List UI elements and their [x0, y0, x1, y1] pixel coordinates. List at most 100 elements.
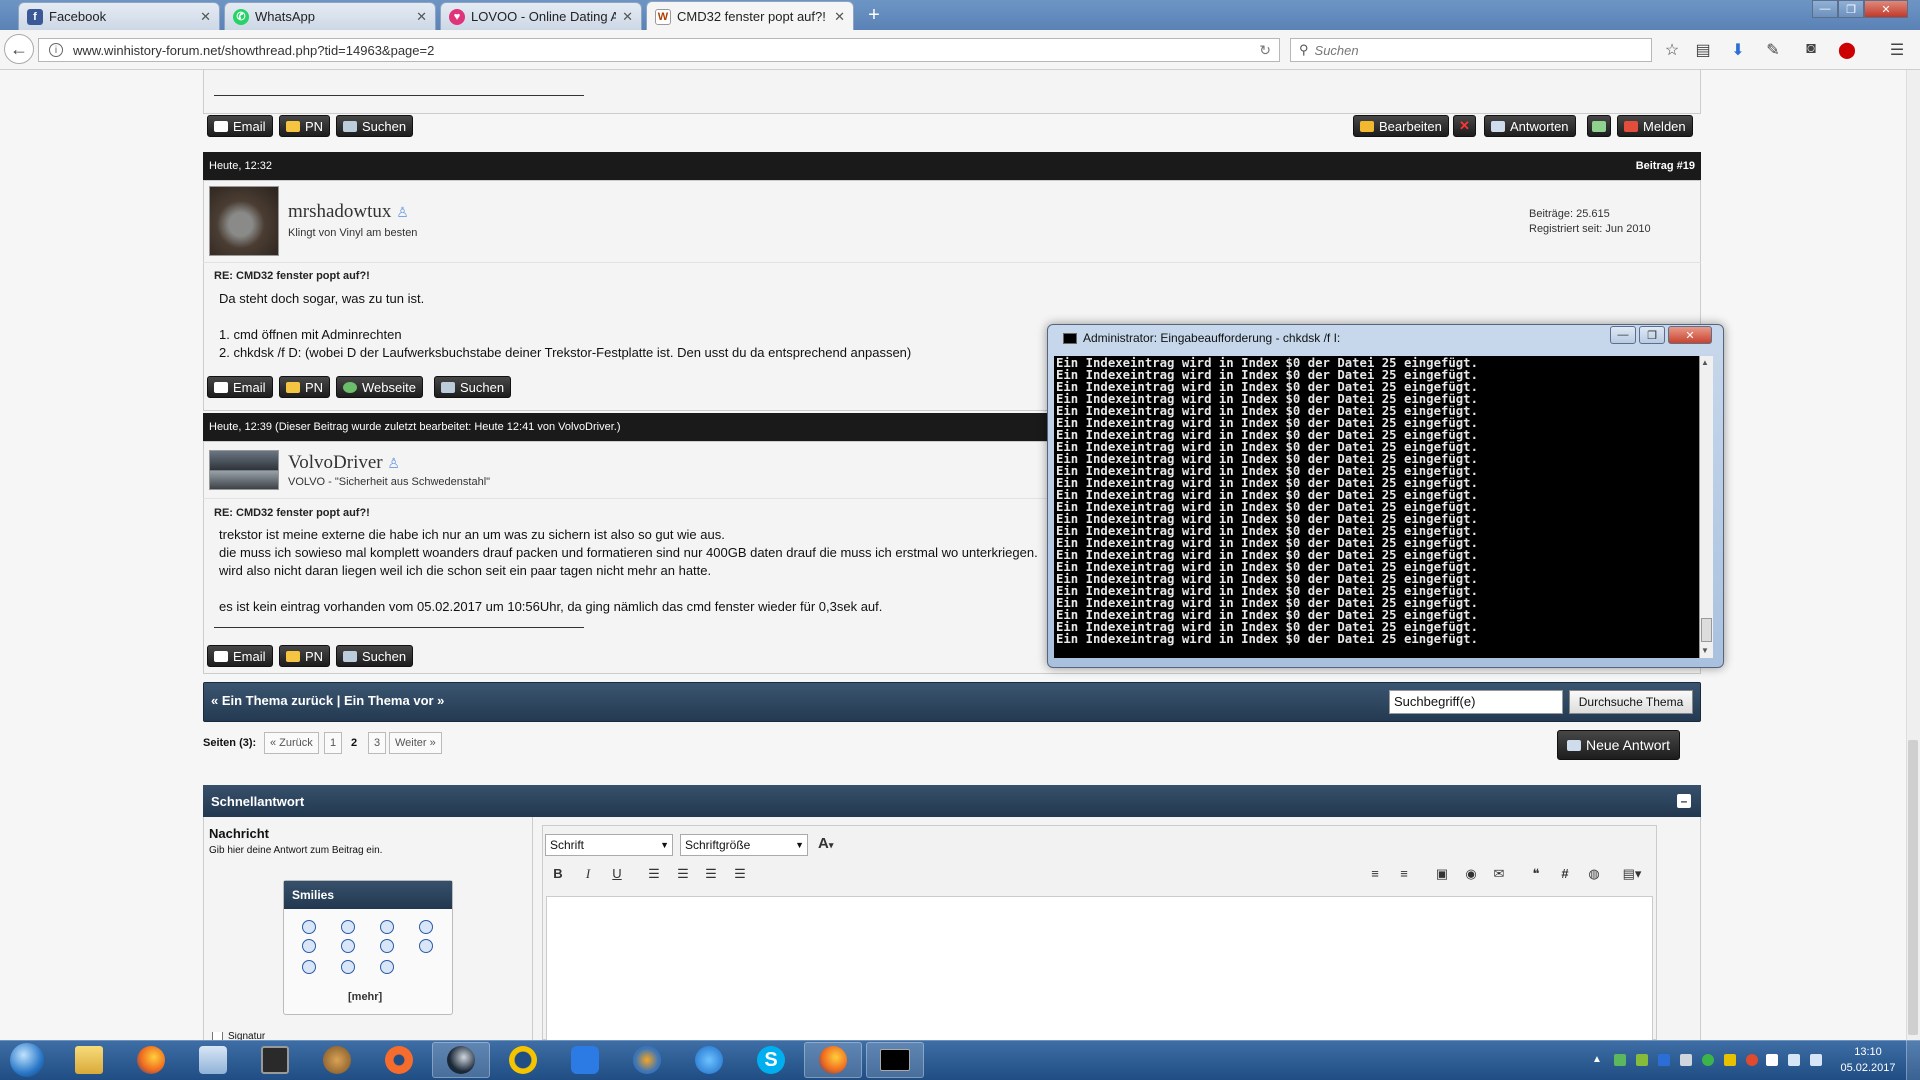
cmd-close-button[interactable]: ✕	[1668, 326, 1712, 344]
close-tab-icon[interactable]: ✕	[622, 9, 633, 25]
collapse-button[interactable]: –	[1677, 794, 1691, 808]
adblock-icon[interactable]: ⬤	[1836, 40, 1858, 60]
smiley-icon[interactable]	[419, 920, 433, 934]
url-bar[interactable]: i www.winhistory-forum.net/showthread.ph…	[38, 38, 1280, 62]
smiley-icon[interactable]	[380, 939, 394, 953]
tab-lovoo[interactable]: ♥ LOVOO - Online Dating Ap... ✕	[440, 2, 642, 30]
close-window-button[interactable]: ✕	[1864, 0, 1908, 18]
extension-icon[interactable]: ✎	[1762, 40, 1784, 60]
smiley-icon[interactable]	[302, 920, 316, 934]
show-desktop-button[interactable]	[1906, 1040, 1920, 1080]
underline-button[interactable]: U	[608, 866, 626, 881]
pagination-next[interactable]: Weiter »	[389, 732, 442, 754]
text-color-button[interactable]: A▾	[818, 835, 833, 852]
signature-option[interactable]: Signatur	[212, 1032, 265, 1040]
scrollbar-thumb[interactable]	[1908, 740, 1918, 1035]
new-reply-button[interactable]: Neue Antwort	[1557, 730, 1681, 760]
italic-button[interactable]: I	[579, 866, 597, 882]
taskbar-app-origin[interactable]	[370, 1042, 428, 1078]
download-icon[interactable]: ⬇	[1727, 40, 1749, 60]
previous-thread-link[interactable]: « Ein Thema zurück	[211, 693, 333, 708]
cmd-titlebar[interactable]: Administrator: Eingabeaufforderung - chk…	[1063, 331, 1340, 345]
align-left-button[interactable]: ☰	[645, 866, 663, 882]
taskbar-cmd[interactable]	[866, 1042, 924, 1078]
network-tray-icon[interactable]	[1788, 1054, 1800, 1066]
taskbar-firefox[interactable]	[122, 1042, 180, 1078]
bookmark-star-icon[interactable]: ☆	[1661, 40, 1683, 60]
post19-search-button[interactable]: Suchen	[434, 376, 512, 398]
numbered-list-button[interactable]: ≡	[1366, 866, 1384, 881]
taskbar-app-network[interactable]	[618, 1042, 676, 1078]
start-button[interactable]	[6, 1042, 48, 1078]
tray-icon[interactable]	[1702, 1054, 1714, 1066]
email-link-button[interactable]: ✉	[1490, 866, 1508, 882]
avatar[interactable]	[209, 186, 279, 256]
post18-email-button[interactable]: Email	[207, 115, 273, 137]
tray-icon[interactable]	[1746, 1054, 1758, 1066]
post18-pm-button[interactable]: PN	[279, 115, 331, 137]
taskbar-app-gog[interactable]	[246, 1042, 304, 1078]
more-smilies-link[interactable]: [mehr]	[348, 991, 382, 1003]
tray-icon[interactable]	[1658, 1054, 1670, 1066]
new-tab-button[interactable]: +	[864, 4, 884, 27]
cmd-scroll-thumb[interactable]	[1701, 618, 1712, 642]
smiley-icon[interactable]	[302, 960, 316, 974]
cmd-scrollbar[interactable]: ▲ ▼	[1699, 356, 1713, 658]
font-size-select[interactable]: Schriftgröße ▼	[680, 834, 808, 856]
cmd-output[interactable]: Ein Indexeintrag wird in Index $0 der Da…	[1054, 356, 1699, 658]
info-icon[interactable]: i	[49, 43, 63, 57]
signature-checkbox[interactable]	[212, 1032, 223, 1040]
pagination-prev[interactable]: « Zurück	[264, 732, 319, 754]
post-number[interactable]: Beitrag #19	[1636, 160, 1695, 172]
link-button[interactable]: ◉	[1462, 866, 1480, 882]
php-button[interactable]: ◍	[1585, 866, 1603, 882]
report-button[interactable]: Melden	[1617, 115, 1693, 137]
edit-button[interactable]: Bearbeiten	[1353, 115, 1449, 137]
back-button[interactable]: ←	[4, 34, 34, 64]
close-tab-icon[interactable]: ✕	[200, 9, 211, 25]
nvidia-icon[interactable]	[1636, 1054, 1648, 1066]
browser-search-input[interactable]: ⚲ Suchen	[1290, 38, 1652, 62]
next-thread-link[interactable]: Ein Thema vor »	[344, 693, 444, 708]
smiley-icon[interactable]	[341, 960, 355, 974]
steam-tray-icon[interactable]	[1680, 1054, 1692, 1066]
smiley-icon[interactable]	[419, 939, 433, 953]
thread-search-input[interactable]: Suchbegriff(e)	[1389, 690, 1563, 714]
quote-insert-button[interactable]: ❝	[1527, 866, 1545, 882]
quote-button[interactable]	[1587, 115, 1611, 137]
post20-username[interactable]: VolvoDriver ♙	[288, 452, 400, 474]
video-button[interactable]: ▤▾	[1618, 866, 1646, 882]
post19-pm-button[interactable]: PN	[279, 376, 331, 398]
reload-icon[interactable]: ↻	[1259, 42, 1271, 59]
bullet-list-button[interactable]: ≡	[1395, 866, 1413, 881]
tray-icon[interactable]	[1724, 1054, 1736, 1066]
tray-icon[interactable]	[1614, 1054, 1626, 1066]
smiley-icon[interactable]	[341, 920, 355, 934]
search-thread-button[interactable]: Durchsuche Thema	[1569, 690, 1693, 714]
taskbar-app-gimp[interactable]	[308, 1042, 366, 1078]
post19-email-button[interactable]: Email	[207, 376, 273, 398]
font-select[interactable]: Schrift ▼	[545, 834, 673, 856]
reply-button[interactable]: Antworten	[1484, 115, 1576, 137]
taskbar-explorer[interactable]	[60, 1042, 118, 1078]
pagination-page-1[interactable]: 1	[324, 732, 343, 754]
taskbar-malwarebytes[interactable]	[556, 1042, 614, 1078]
maximize-button[interactable]: ❐	[1838, 0, 1864, 18]
pagination-page-3[interactable]: 3	[368, 732, 387, 754]
cmd-minimize-button[interactable]: —	[1610, 326, 1636, 344]
library-icon[interactable]: ▤	[1692, 40, 1714, 60]
taskbar-app-flash[interactable]	[680, 1042, 738, 1078]
justify-button[interactable]: ☰	[731, 866, 749, 882]
tab-cmd32-thread[interactable]: W CMD32 fenster popt auf?! ✕	[646, 1, 854, 31]
action-center-icon[interactable]	[1766, 1054, 1778, 1066]
post19-username[interactable]: mrshadowtux ♙	[288, 201, 409, 223]
post19-website-button[interactable]: Webseite	[336, 376, 423, 398]
post20-pm-button[interactable]: PN	[279, 645, 331, 667]
taskbar-app-feather[interactable]	[184, 1042, 242, 1078]
message-textarea[interactable]	[546, 896, 1653, 1046]
align-center-button[interactable]: ☰	[674, 866, 692, 882]
bold-button[interactable]: B	[549, 866, 567, 881]
scroll-down-icon[interactable]: ▼	[1701, 646, 1709, 655]
smiley-icon[interactable]	[380, 920, 394, 934]
close-tab-icon[interactable]: ✕	[416, 9, 427, 25]
